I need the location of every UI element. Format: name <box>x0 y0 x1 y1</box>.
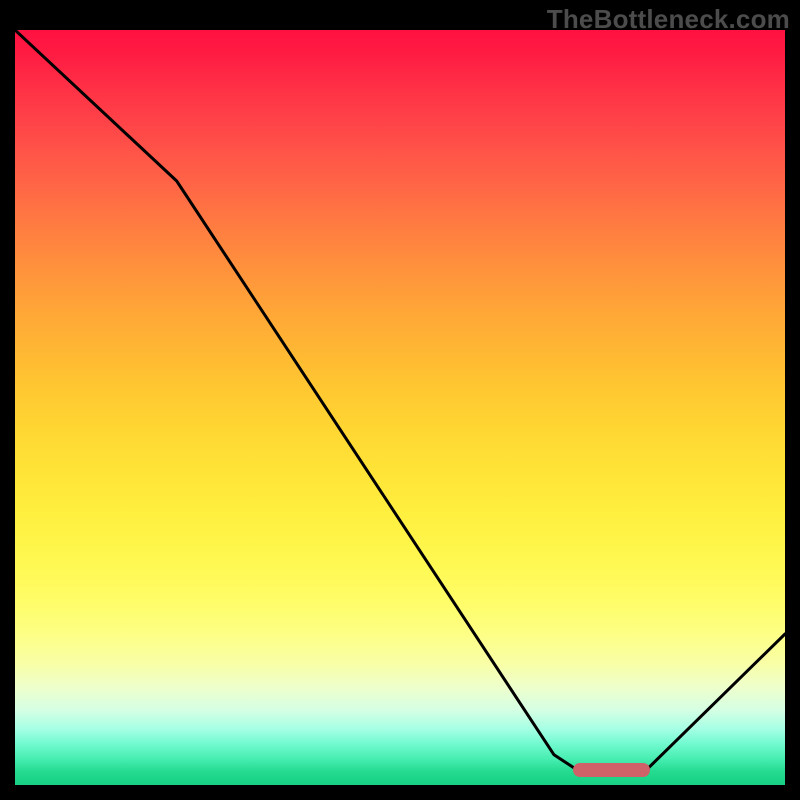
curve-layer <box>15 30 785 785</box>
optimal-range-marker <box>573 763 650 777</box>
chart-frame: TheBottleneck.com <box>0 0 800 800</box>
bottleneck-curve-path <box>15 30 785 770</box>
plot-area <box>15 30 785 785</box>
watermark-text: TheBottleneck.com <box>547 4 790 35</box>
